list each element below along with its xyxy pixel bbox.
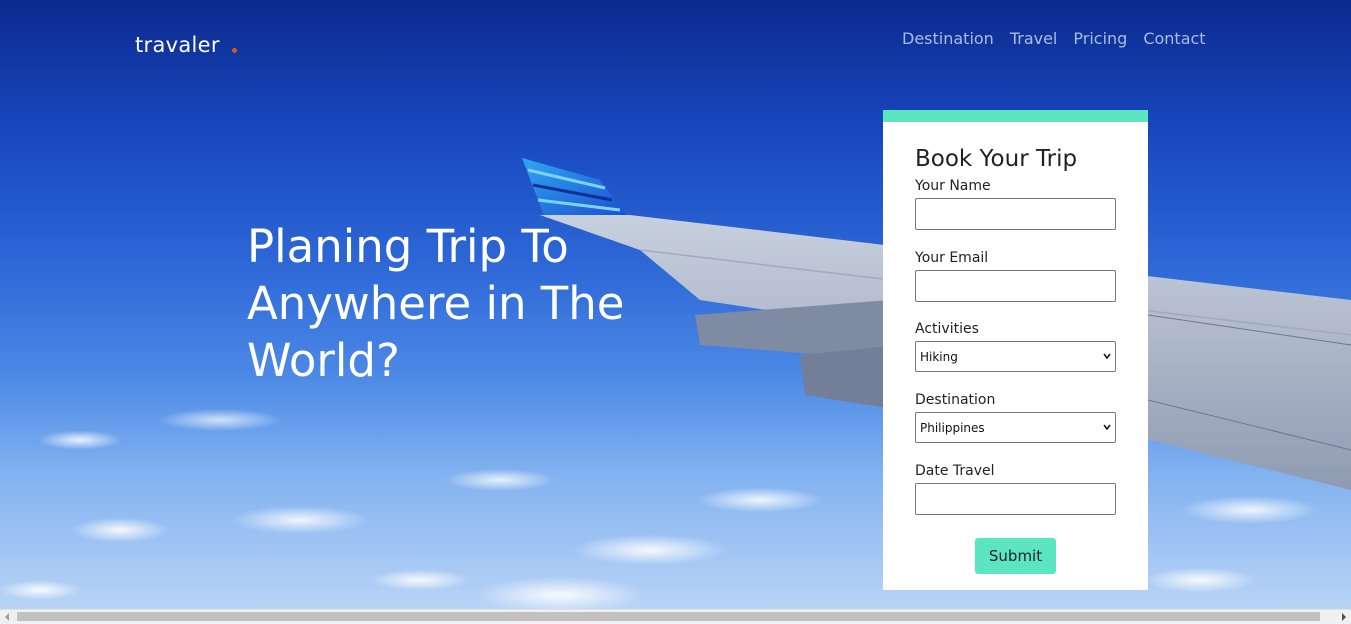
nav-link-destination[interactable]: Destination [902, 29, 994, 48]
nav-link-pricing[interactable]: Pricing [1073, 29, 1127, 48]
email-input[interactable] [915, 270, 1116, 302]
activities-selected-value: Hiking [920, 349, 958, 364]
submit-button[interactable]: Submit [975, 538, 1056, 574]
name-input[interactable] [915, 198, 1116, 230]
brand-logo[interactable]: travaler [135, 33, 220, 57]
date-label: Date Travel [915, 463, 995, 479]
nav-link-travel[interactable]: Travel [1010, 29, 1058, 48]
chevron-down-icon [1103, 353, 1111, 360]
activities-select[interactable]: Hiking [915, 341, 1116, 372]
chevron-down-icon [1103, 424, 1111, 431]
activities-label: Activities [915, 321, 979, 337]
main-nav: Destination Travel Pricing Contact [902, 29, 1206, 48]
scrollbar-thumb[interactable] [17, 612, 1320, 621]
email-label: Your Email [915, 250, 989, 266]
brand-logo-dot [232, 48, 237, 53]
horizontal-scrollbar[interactable] [0, 609, 1351, 624]
destination-selected-value: Philippines [920, 420, 985, 435]
destination-label: Destination [915, 392, 996, 408]
scroll-right-arrow-icon[interactable] [1342, 613, 1346, 621]
name-label: Your Name [915, 178, 991, 194]
booking-form-title: Book Your Trip [915, 146, 1078, 172]
destination-select[interactable]: Philippines [915, 412, 1116, 443]
nav-link-contact[interactable]: Contact [1143, 29, 1205, 48]
booking-form-card: Book Your Trip Your Name Your Email Acti… [883, 110, 1148, 590]
scroll-left-arrow-icon[interactable] [5, 613, 9, 621]
hero-headline: Planing Trip To Anywhere in The World? [247, 220, 625, 387]
date-input[interactable] [915, 483, 1116, 515]
